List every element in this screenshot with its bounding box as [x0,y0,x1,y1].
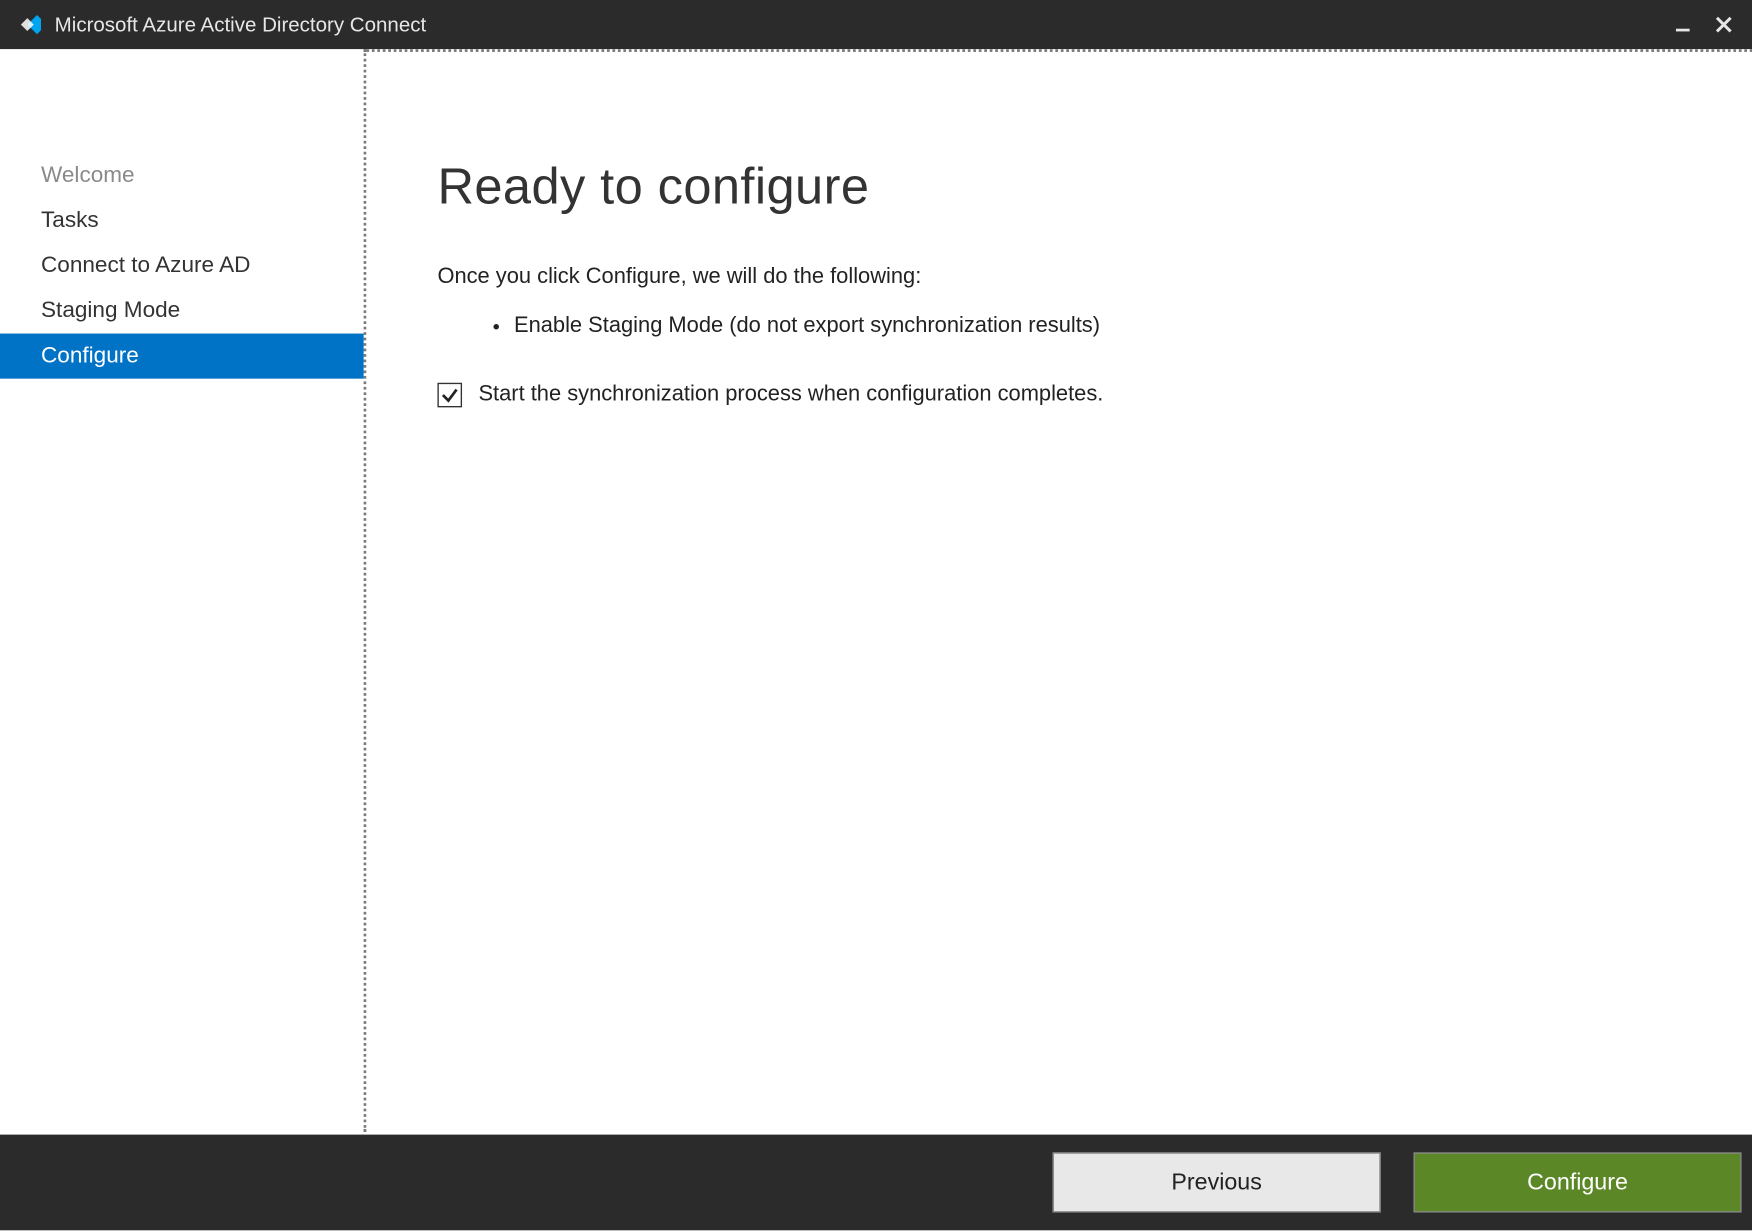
nav-item-configure[interactable]: Configure [0,334,364,379]
nav-item-tasks[interactable]: Tasks [0,198,364,243]
start-sync-checkbox[interactable] [437,383,462,408]
action-list: Enable Staging Mode (do not export synch… [437,309,1670,345]
nav-item-welcome[interactable]: Welcome [0,153,364,198]
action-item: Enable Staging Mode (do not export synch… [514,309,1670,345]
main-panel: Ready to configure Once you click Config… [366,49,1752,1134]
start-sync-checkbox-label: Start the synchronization process when c… [478,383,1103,408]
app-title: Microsoft Azure Active Directory Connect [55,13,1663,36]
start-sync-checkbox-row: Start the synchronization process when c… [437,383,1670,408]
intro-text: Once you click Configure, we will do the… [437,265,1670,290]
minimize-button[interactable] [1662,4,1703,45]
nav-item-connect-azure-ad[interactable]: Connect to Azure AD [0,243,364,288]
wizard-footer: Previous Configure [0,1135,1752,1231]
titlebar: Microsoft Azure Active Directory Connect [0,0,1752,49]
azure-ad-connect-icon [14,11,41,38]
configure-button[interactable]: Configure [1413,1152,1741,1212]
previous-button[interactable]: Previous [1053,1152,1381,1212]
close-button[interactable] [1703,4,1744,45]
wizard-nav: Welcome Tasks Connect to Azure AD Stagin… [0,49,366,1132]
nav-item-staging-mode[interactable]: Staging Mode [0,288,364,333]
page-heading: Ready to configure [437,159,1670,216]
